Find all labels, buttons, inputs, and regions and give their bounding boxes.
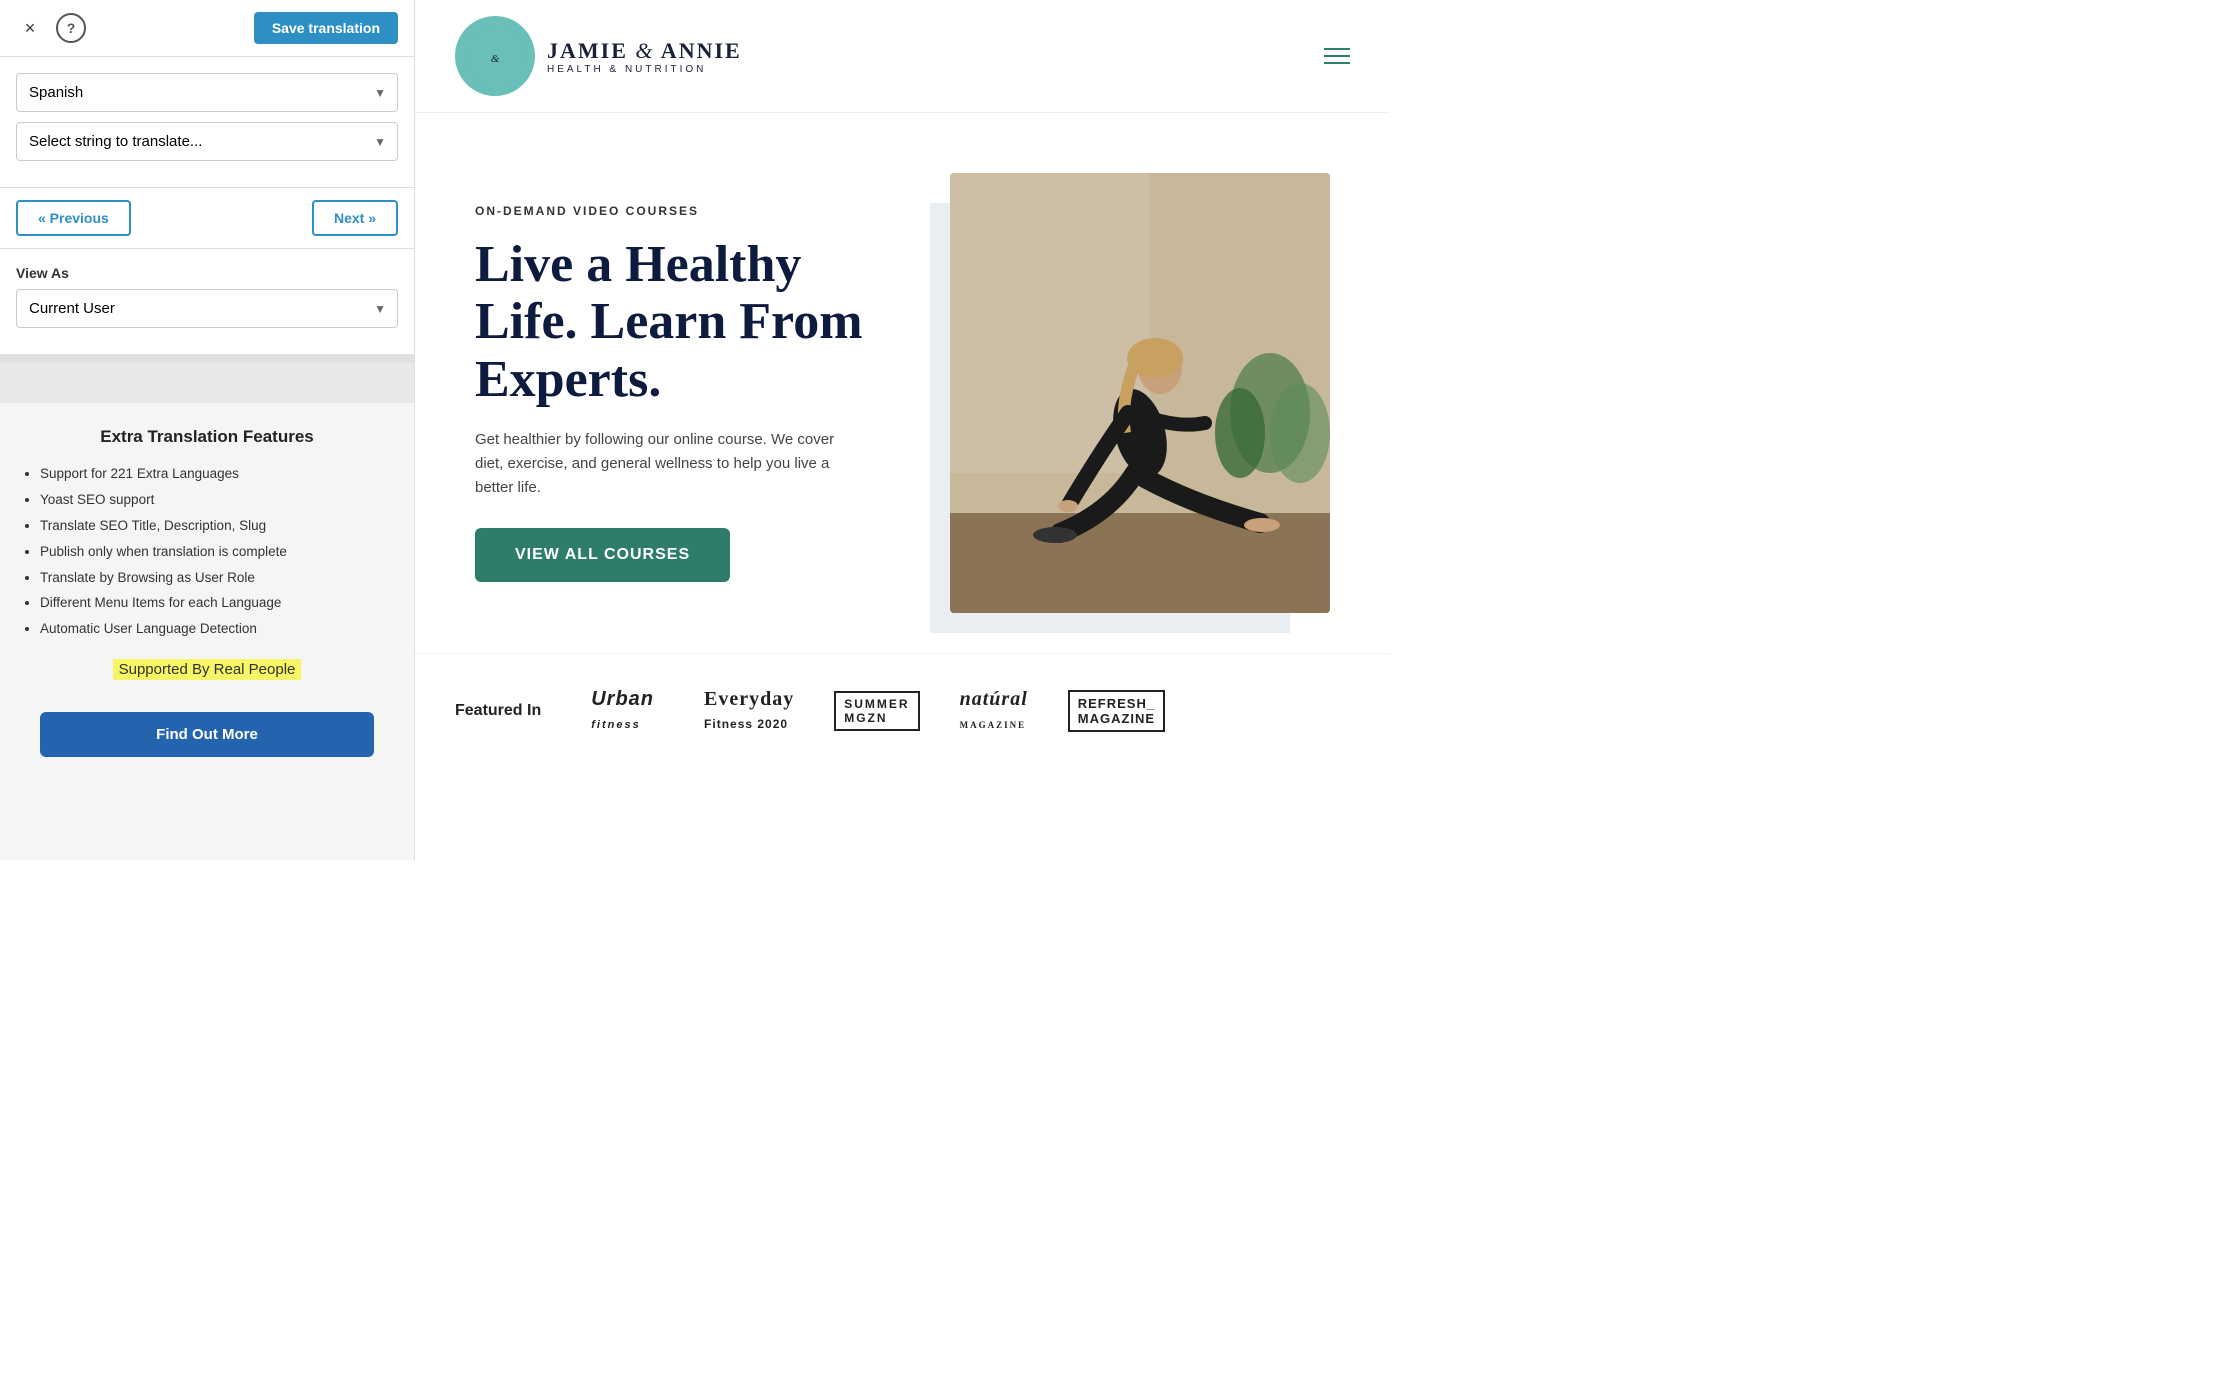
next-button[interactable]: Next » <box>312 200 398 236</box>
view-as-select-wrapper: Current User Guest Subscriber Administra… <box>16 289 398 328</box>
hamburger-line-3 <box>1324 62 1350 64</box>
top-bar: × ? Save translation <box>0 0 414 57</box>
large-divider <box>0 363 414 403</box>
brand-refresh-magazine: REFRESH_MAGAZINE <box>1068 690 1165 732</box>
logo-text: JAMIE & ANNIE HEALTH & NUTRITION <box>547 38 742 75</box>
hero-eyebrow: ON-DEMAND VIDEO COURSES <box>475 204 910 218</box>
hero-heading: Live a Healthy Life. Learn From Experts. <box>475 236 910 408</box>
featured-section: Featured In Urbanfitness EverydayFitness… <box>415 653 1390 768</box>
left-panel: × ? Save translation Spanish French Germ… <box>0 0 415 860</box>
brand-natural-magazine: natúralMAGAZINE <box>950 684 1038 738</box>
list-item: Automatic User Language Detection <box>40 620 394 639</box>
logo-subtitle: HEALTH & NUTRITION <box>547 64 742 75</box>
hamburger-menu-button[interactable] <box>1324 48 1350 64</box>
navigation-buttons: « Previous Next » <box>0 188 414 249</box>
close-button[interactable]: × <box>16 14 44 42</box>
extra-features-section: Extra Translation Features Support for 2… <box>0 403 414 860</box>
extra-features-title: Extra Translation Features <box>20 427 394 447</box>
list-item: Translate SEO Title, Description, Slug <box>40 517 394 536</box>
list-item: Different Menu Items for each Language <box>40 594 394 613</box>
features-list: Support for 221 Extra Languages Yoast SE… <box>20 465 394 639</box>
main-content: & JAMIE & ANNIE HEALTH & NUTRITION ON-DE… <box>415 0 1390 860</box>
supported-by-text: Supported By Real People <box>113 659 302 680</box>
list-item: Yoast SEO support <box>40 491 394 510</box>
hero-text: ON-DEMAND VIDEO COURSES Live a Healthy L… <box>475 204 910 582</box>
yoga-figure-svg <box>950 173 1330 613</box>
view-all-courses-button[interactable]: View All Courses <box>475 528 730 582</box>
hero-image-area <box>950 173 1350 613</box>
hero-section: ON-DEMAND VIDEO COURSES Live a Healthy L… <box>415 113 1390 653</box>
view-as-label: View As <box>16 265 398 281</box>
brand-everyday-fitness: EverydayFitness 2020 <box>694 684 804 738</box>
logo-name: JAMIE & ANNIE <box>547 38 742 64</box>
language-select[interactable]: Spanish French German Italian Portuguese <box>16 73 398 112</box>
previous-button[interactable]: « Previous <box>16 200 131 236</box>
hero-body: Get healthier by following our online co… <box>475 428 855 500</box>
list-item: Publish only when translation is complet… <box>40 543 394 562</box>
brand-summer-mgzn: SUMMERMGZN <box>834 691 919 731</box>
list-item: Translate by Browsing as User Role <box>40 569 394 588</box>
language-section: Spanish French German Italian Portuguese… <box>0 57 414 188</box>
featured-label: Featured In <box>455 702 541 720</box>
site-nav: & JAMIE & ANNIE HEALTH & NUTRITION <box>415 0 1390 113</box>
logo-area: & JAMIE & ANNIE HEALTH & NUTRITION <box>455 16 742 96</box>
language-select-wrapper: Spanish French German Italian Portuguese… <box>16 73 398 112</box>
view-as-select[interactable]: Current User Guest Subscriber Administra… <box>16 289 398 328</box>
logo-icon: & <box>465 26 525 86</box>
help-button[interactable]: ? <box>56 13 86 43</box>
hero-image <box>950 173 1330 613</box>
divider <box>0 355 414 363</box>
svg-text:&: & <box>491 53 500 65</box>
hamburger-line-2 <box>1324 55 1350 57</box>
hamburger-line-1 <box>1324 48 1350 50</box>
list-item: Support for 221 Extra Languages <box>40 465 394 484</box>
save-translation-button[interactable]: Save translation <box>254 12 398 44</box>
brand-urban-fitness: Urbanfitness <box>581 684 664 738</box>
supported-wrapper: Supported By Real People <box>20 659 394 696</box>
string-select-wrapper: Select string to translate... ▼ <box>16 122 398 161</box>
find-out-more-button[interactable]: Find Out More <box>40 712 374 757</box>
logo-circle: & <box>455 16 535 96</box>
view-as-section: View As Current User Guest Subscriber Ad… <box>0 249 414 355</box>
string-select[interactable]: Select string to translate... <box>16 122 398 161</box>
